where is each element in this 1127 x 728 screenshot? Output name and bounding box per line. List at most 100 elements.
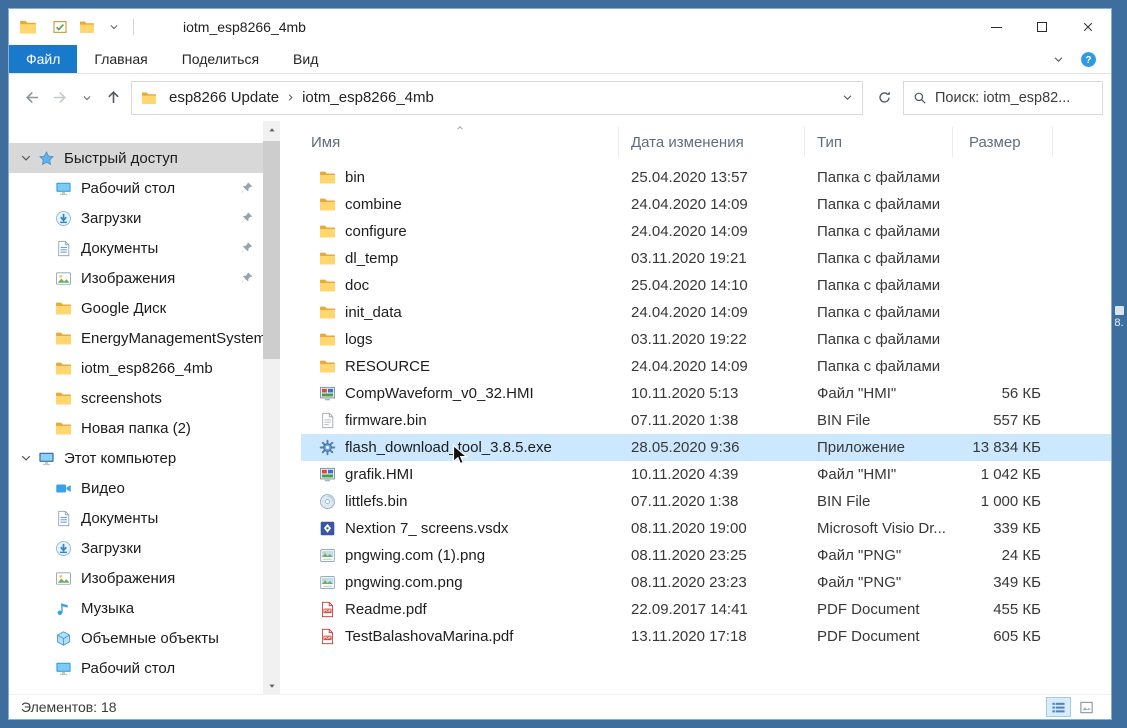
file-row[interactable]: dl_temp03.11.2020 19:21Папка с файлами	[301, 245, 1111, 272]
file-row[interactable]: RESOURCE24.04.2020 14:09Папка с файлами	[301, 353, 1111, 380]
address-bar[interactable]: esp8266 Update iotm_esp8266_4mb	[131, 81, 863, 115]
file-row[interactable]: bin25.04.2020 13:57Папка с файлами	[301, 164, 1111, 191]
address-dropdown-button[interactable]	[834, 82, 860, 114]
file-name-cell: flash_download_tool_3.8.5.exe	[301, 439, 619, 456]
column-header-type[interactable]: Тип	[805, 127, 953, 157]
documents-icon	[55, 240, 72, 257]
file-row[interactable]: Nextion 7_ screens.vsdx08.11.2020 19:00M…	[301, 515, 1111, 542]
file-row[interactable]: grafik.HMI10.11.2020 4:39Файл "HMI"1 042…	[301, 461, 1111, 488]
column-header-date[interactable]: Дата изменения	[619, 127, 805, 157]
ribbon-tabs: ФайлГлавнаяПоделитьсяВид	[9, 45, 335, 73]
sidebar-item-downloads-pinned[interactable]: Загрузки	[9, 203, 263, 233]
ribbon-tab-home[interactable]: Главная	[77, 45, 164, 73]
refresh-button[interactable]	[870, 84, 898, 112]
file-row[interactable]: combine24.04.2020 14:09Папка с файлами	[301, 191, 1111, 218]
file-row[interactable]: PDFReadme.pdf22.09.2017 14:41PDF Documen…	[301, 596, 1111, 623]
breadcrumb-segment[interactable]: iotm_esp8266_4mb	[296, 89, 440, 106]
scroll-up-button[interactable]	[263, 121, 280, 138]
maximize-button[interactable]	[1019, 9, 1065, 45]
svg-text:PDF: PDF	[324, 609, 332, 613]
sidebar-item-new-folder-2[interactable]: Новая папка (2)	[9, 413, 263, 443]
details-view-button[interactable]	[1046, 697, 1071, 717]
file-name: CompWaveform_v0_32.HMI	[345, 385, 534, 402]
sidebar-scrollbar[interactable]	[263, 121, 280, 694]
file-row[interactable]: firmware.bin07.11.2020 1:38BIN File557 К…	[301, 407, 1111, 434]
sidebar-item-label: Объемные объекты	[81, 630, 219, 647]
sidebar-item-screenshots[interactable]: screenshots	[9, 383, 263, 413]
file-name-cell: CompWaveform_v0_32.HMI	[301, 385, 619, 402]
sidebar-item-energy-management[interactable]: EnergyManagementSystemN	[9, 323, 263, 353]
hmi-file-icon	[319, 385, 336, 402]
sidebar-item-quick-access[interactable]: Быстрый доступ	[9, 143, 263, 173]
qat-customize-button[interactable]	[101, 15, 126, 40]
breadcrumb-segment[interactable]: esp8266 Update	[163, 89, 285, 106]
properties-icon	[52, 19, 68, 35]
search-input[interactable]	[935, 90, 1093, 106]
file-row[interactable]: pngwing.com (1).png08.11.2020 23:25Файл …	[301, 542, 1111, 569]
sidebar-item-music[interactable]: Музыка	[9, 593, 263, 623]
file-name-cell: doc	[301, 277, 619, 294]
chevron-down-icon[interactable]	[20, 152, 32, 164]
folder-icon	[319, 223, 336, 240]
ribbon-right-controls: ?	[1053, 45, 1111, 73]
scroll-down-button[interactable]	[263, 677, 280, 694]
file-row[interactable]: init_data24.04.2020 14:09Папка с файлами	[301, 299, 1111, 326]
file-row[interactable]: CompWaveform_v0_32.HMI10.11.2020 5:13Фай…	[301, 380, 1111, 407]
file-date: 24.04.2020 14:09	[619, 196, 805, 213]
recent-locations-button[interactable]	[73, 84, 100, 111]
file-row[interactable]: configure24.04.2020 14:09Папка с файлами	[301, 218, 1111, 245]
chevron-down-icon[interactable]	[20, 452, 32, 464]
file-row[interactable]: logs03.11.2020 19:22Папка с файлами	[301, 326, 1111, 353]
sidebar-item-3d-objects[interactable]: Объемные объекты	[9, 623, 263, 653]
forward-button[interactable]	[46, 84, 73, 111]
sidebar-item-video[interactable]: Видео	[9, 473, 263, 503]
ribbon-tab-share[interactable]: Поделиться	[165, 45, 276, 73]
sidebar-item-documents-pinned[interactable]: Документы	[9, 233, 263, 263]
sidebar-item-desktop-pinned[interactable]: Рабочий стол	[9, 173, 263, 203]
file-row[interactable]: flash_download_tool_3.8.5.exe28.05.2020 …	[301, 434, 1111, 461]
file-row[interactable]: littlefs.bin07.11.2020 1:38BIN File1 000…	[301, 488, 1111, 515]
ribbon-tab-file[interactable]: Файл	[9, 45, 77, 73]
file-name: Readme.pdf	[345, 601, 427, 618]
sidebar-item-downloads[interactable]: Загрузки	[9, 533, 263, 563]
folder-icon	[319, 304, 336, 321]
ribbon-tab-view[interactable]: Вид	[276, 45, 335, 73]
file-name-cell: bin	[301, 169, 619, 186]
sidebar-item-label: Рабочий стол	[81, 180, 175, 197]
sidebar-item-documents[interactable]: Документы	[9, 503, 263, 533]
titlebar[interactable]: iotm_esp8266_4mb	[9, 9, 1111, 45]
sidebar-item-iotm-esp8266-4mb[interactable]: iotm_esp8266_4mb	[9, 353, 263, 383]
column-header-name[interactable]: Имя	[301, 127, 619, 157]
up-button[interactable]	[100, 84, 127, 111]
sidebar-item-label: Изображения	[81, 270, 175, 287]
qat-new-folder-button[interactable]	[74, 15, 99, 40]
search-box[interactable]	[903, 81, 1103, 115]
png-file-icon	[319, 574, 336, 591]
file-date: 03.11.2020 19:22	[619, 331, 805, 348]
sidebar-item-desktop[interactable]: Рабочий стол	[9, 653, 263, 683]
file-date: 08.11.2020 23:23	[619, 574, 805, 591]
back-button[interactable]	[19, 84, 46, 111]
ribbon-expand-button[interactable]	[1053, 54, 1064, 65]
file-row[interactable]: pngwing.com.png08.11.2020 23:23Файл "PNG…	[301, 569, 1111, 596]
thumbnails-view-button[interactable]	[1074, 697, 1099, 717]
breadcrumb: esp8266 Update iotm_esp8266_4mb	[163, 89, 440, 106]
sidebar-item-pictures[interactable]: Изображения	[9, 563, 263, 593]
column-headers: ИмяДата измененияТипРазмер	[301, 127, 1111, 157]
qat-properties-button[interactable]	[47, 15, 72, 40]
explorer-window: iotm_esp8266_4mb ФайлГлавнаяПоделитьсяВи…	[8, 8, 1112, 720]
file-row[interactable]: doc25.04.2020 14:10Папка с файлами	[301, 272, 1111, 299]
close-button[interactable]	[1065, 9, 1111, 45]
scrollbar-thumb[interactable]	[263, 141, 280, 359]
file-name: Nextion 7_ screens.vsdx	[345, 520, 508, 537]
folder-icon	[79, 19, 95, 35]
minimize-button[interactable]	[973, 9, 1019, 45]
column-header-size[interactable]: Размер	[953, 127, 1053, 157]
help-button[interactable]: ?	[1080, 51, 1097, 68]
sidebar-item-pictures-pinned[interactable]: Изображения	[9, 263, 263, 293]
sidebar-item-google-disk[interactable]: Google Диск	[9, 293, 263, 323]
sidebar-item-this-pc[interactable]: Этот компьютер	[9, 443, 263, 473]
file-row[interactable]: PDFTestBalashovaMarina.pdf13.11.2020 17:…	[301, 623, 1111, 650]
file-size: 349 КБ	[953, 574, 1053, 591]
file-date: 03.11.2020 19:21	[619, 250, 805, 267]
